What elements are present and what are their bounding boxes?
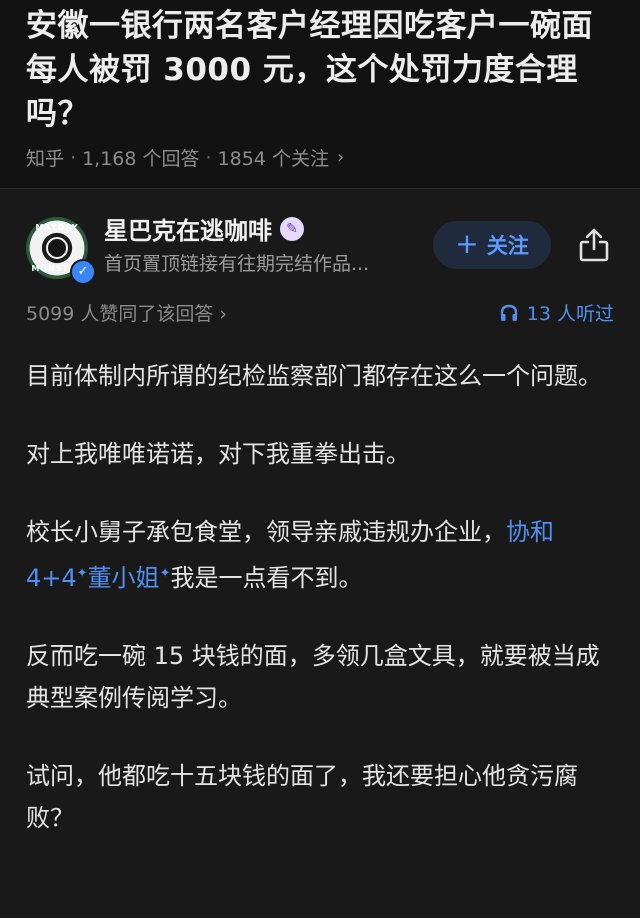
link-text: 董小姐 (87, 564, 160, 592)
avatar-text-top: MAYDAY (35, 223, 79, 232)
upvote-count: 5099 人赞同了该回答 (26, 303, 214, 325)
answer-stats: 5099 人赞同了该回答 › 13 人听过 (26, 299, 614, 329)
follow-button[interactable]: + 关注 (433, 221, 551, 269)
plus-icon: + (455, 227, 479, 260)
paragraph-text: 我是一点看不到。 (170, 564, 363, 592)
listen-count[interactable]: 13 人听过 (499, 299, 614, 326)
chevron-right-icon: › (219, 303, 228, 325)
creator-badge-icon: ✎ (280, 216, 304, 241)
chevron-right-icon: › (336, 147, 345, 168)
author-name: 星巴克在逃咖啡 (104, 217, 272, 245)
paragraph-text: 校长小舅子承包食堂，领导亲戚违规办企业， (26, 518, 506, 546)
share-icon[interactable] (578, 227, 610, 263)
question-meta[interactable]: 知乎 · 1,168 个回答 · 1854 个关注 › (26, 144, 614, 171)
author-row: MAYDAY MONSTER ✓ 星巴克在逃咖啡 ✎ 首页置顶链接有往期完结作品… (26, 189, 614, 299)
question-header: 安徽一银行两名客户经理因吃客户一碗面每人被罚 3000 元，这个处罚力度合理吗？… (0, 0, 640, 188)
sparkle-icon: ✦ (76, 566, 88, 581)
topic-link-dong[interactable]: 董小姐✦ (88, 564, 171, 592)
headphones-icon (500, 304, 517, 321)
author-name-row[interactable]: 星巴克在逃咖啡 ✎ (104, 211, 304, 246)
answer-content: 目前体制内所谓的纪检监察部门都存在这么一个问题。 对上我唯唯诺诺，对下我重拳出击… (26, 355, 614, 839)
paragraph: 对上我唯唯诺诺，对下我重拳出击。 (26, 440, 410, 468)
question-source: 知乎 (26, 148, 65, 170)
answer-count: 1,168 个回答 (82, 148, 200, 170)
answer-card: MAYDAY MONSTER ✓ 星巴克在逃咖啡 ✎ 首页置顶链接有往期完结作品… (0, 189, 640, 918)
question-title[interactable]: 安徽一银行两名客户经理因吃客户一碗面每人被罚 3000 元，这个处罚力度合理吗？ (26, 4, 614, 136)
sparkle-icon: ✦ (159, 566, 171, 581)
author-description: 首页置顶链接有往期完结作品... (104, 253, 370, 275)
follow-label: 关注 (486, 234, 529, 258)
meta-separator: · (205, 146, 212, 169)
avatar-face-icon (46, 237, 68, 259)
paragraph: 反而吃一碗 15 块钱的面，多领几盒文具，就要被当成典型案例传阅学习。 (26, 642, 600, 712)
meta-separator: · (70, 146, 77, 169)
paragraph: 校长小舅子承包食堂，领导亲戚违规办企业，协和 4+4✦董小姐✦我是一点看不到。 (26, 511, 614, 599)
follower-count: 1854 个关注 (217, 148, 329, 170)
upvote-summary[interactable]: 5099 人赞同了该回答 › (26, 299, 227, 326)
paragraph: 试问，他都吃十五块钱的面了，我还要担心他贪污腐败？ (26, 762, 578, 832)
paragraph: 目前体制内所谓的纪检监察部门都存在这么一个问题。 (26, 362, 602, 390)
listen-label: 13 人听过 (526, 303, 614, 325)
verified-icon: ✓ (70, 259, 96, 285)
